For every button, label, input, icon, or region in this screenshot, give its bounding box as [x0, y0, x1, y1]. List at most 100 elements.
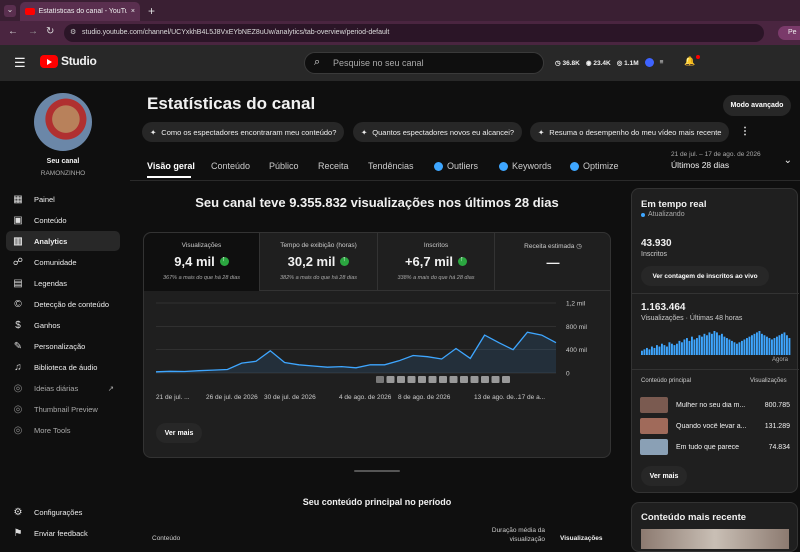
sidebar-item-label: Painel: [34, 194, 55, 204]
tab-outliers[interactable]: Outliers: [434, 161, 478, 171]
realtime-bar: [781, 333, 783, 355]
realtime-bar: [743, 339, 746, 355]
sidebar-item-label: Biblioteca de áudio: [34, 362, 98, 372]
live-count-button[interactable]: Ver contagem de inscritos ao vivo: [641, 266, 769, 286]
video-title: Mulher no seu dia m...: [676, 401, 746, 409]
realtime-bar: [713, 331, 716, 355]
tab-list-icon[interactable]: ⌄: [4, 5, 16, 17]
sidebar-item-ideas[interactable]: ◎ Ideias diárias ↗: [6, 378, 120, 398]
youtube-logo-icon[interactable]: [40, 55, 58, 68]
reload-icon[interactable]: ↻: [46, 26, 54, 37]
tab-content[interactable]: Conteúdo: [211, 161, 250, 171]
period-label: Últimos 28 dias: [671, 160, 730, 170]
menu-icon[interactable]: ☰: [14, 55, 26, 71]
sidebar-item-settings[interactable]: ⚙ Configurações: [6, 502, 120, 522]
notification-icon[interactable]: 🔔: [684, 56, 695, 67]
top-video-row[interactable]: Em tudo que parece 74.834: [640, 439, 790, 455]
carousel-indicator: [354, 470, 400, 472]
sidebar-item-earn[interactable]: $ Ganhos: [6, 315, 120, 335]
col-views: Visualizações: [560, 535, 603, 542]
realtime-bar: [746, 338, 748, 355]
upload-marker: [491, 376, 500, 383]
realtime-bar: [716, 332, 718, 355]
metric-subscribers[interactable]: Inscritos +6,7 mil 338% a mais do que há…: [378, 233, 495, 291]
browser-tab[interactable]: Estatísticas do canal - YouTube ×: [20, 2, 140, 21]
youtube-favicon-icon: [25, 8, 35, 15]
see-more-button[interactable]: Ver mais: [156, 423, 202, 443]
realtime-bar: [753, 333, 756, 355]
audio-library-icon: ♫: [14, 361, 22, 373]
ask-chip-2[interactable]: ✦ Quantos espectadores novos eu alcancei?: [353, 122, 523, 142]
upload-marker: [502, 376, 510, 383]
channel-avatar[interactable]: [34, 93, 92, 151]
sidebar-item-tools[interactable]: ◎ More Tools: [6, 420, 120, 440]
close-tab-icon[interactable]: ×: [131, 8, 135, 15]
advanced-mode-button[interactable]: Modo avançado: [723, 95, 791, 116]
realtime-bar: [721, 333, 723, 355]
tab-optimize[interactable]: Optimize: [570, 161, 619, 171]
search-input[interactable]: ⌕ Pesquise no seu canal: [304, 52, 544, 74]
tab-label: Visão geral: [147, 161, 195, 171]
list-icon[interactable]: ≡: [660, 59, 664, 66]
realtime-bar: [771, 339, 773, 355]
upload-marker: [449, 376, 458, 383]
realtime-bar: [773, 338, 776, 355]
tab-overview[interactable]: Visão geral: [147, 161, 195, 171]
sidebar-item-label: Ideias diárias: [34, 383, 79, 393]
metric-revenue[interactable]: Receita estimada ◷ —: [495, 233, 611, 291]
more-options-icon[interactable]: ⋮: [740, 126, 750, 137]
browser-tab-bar: ⌄ Estatísticas do canal - YouTube × +: [0, 0, 800, 21]
vidiq-icon: [570, 161, 579, 171]
chip-label: Resuma o desempenho do meu vídeo mais re…: [549, 127, 722, 137]
tab-revenue[interactable]: Receita: [318, 161, 349, 171]
increase-icon: [458, 256, 468, 266]
top-video-row[interactable]: Quando você levar a... 131.289: [640, 418, 790, 434]
col-content: Conteúdo: [152, 535, 181, 542]
realtime-bar: [756, 332, 758, 355]
realtime-bar: [786, 335, 788, 355]
sidebar-item-community[interactable]: ☍ Comunidade: [6, 252, 120, 272]
customize-icon: ✎: [13, 340, 23, 352]
video-views: 800.785: [764, 401, 790, 409]
sidebar-item-dashboard[interactable]: ▦ Painel: [6, 189, 120, 209]
metric-views[interactable]: Visualizações 9,4 mil 367% a mais do que…: [144, 233, 260, 291]
forward-icon[interactable]: →: [28, 26, 38, 37]
analytics-icon: ▥: [13, 235, 23, 247]
metric-label: Receita estimada: [524, 243, 575, 250]
realtime-status: Atualizando: [641, 211, 685, 218]
sidebar-item-subtitles[interactable]: ▤ Legendas: [6, 273, 120, 293]
ask-chip-1[interactable]: ✦ Como os espectadores encontraram meu co…: [142, 122, 345, 142]
tab-audience[interactable]: Público: [269, 161, 299, 171]
tab-trends[interactable]: Tendências: [368, 161, 414, 171]
sidebar-item-customize[interactable]: ✎ Personalização: [6, 336, 120, 356]
channel-label: Seu canal: [46, 158, 80, 165]
sidebar-item-analytics[interactable]: ▥ Analytics: [6, 231, 120, 251]
upload-marker: [386, 376, 395, 383]
tab-keywords[interactable]: Keywords: [499, 161, 552, 171]
back-icon[interactable]: ←: [8, 26, 18, 37]
sidebar-item-content[interactable]: ▣ Conteúdo: [6, 210, 120, 230]
ask-chip-3[interactable]: ✦ Resuma o desempenho do meu vídeo mais r…: [530, 122, 730, 142]
sidebar-item-audio-library[interactable]: ♫ Biblioteca de áudio: [6, 357, 120, 377]
now-label: Agora: [772, 357, 789, 363]
vidiq-icon[interactable]: [644, 58, 654, 67]
sidebar-item-thumbnail[interactable]: ◎ Thumbnail Preview: [6, 399, 120, 419]
top-video-row[interactable]: Mulher no seu dia m... 800.785: [640, 397, 790, 413]
new-tab-icon[interactable]: +: [148, 4, 155, 18]
advanced-mode-label: Modo avançado: [730, 102, 784, 109]
realtime-see-more-button[interactable]: Ver mais: [641, 466, 687, 486]
tools-icon: ◎: [13, 424, 23, 436]
realtime-bar: [708, 332, 711, 355]
url-field[interactable]: studio.youtube.com/channel/UCYxkhB4L5J8V…: [64, 24, 764, 42]
profile-button[interactable]: Pe: [778, 26, 800, 40]
tab-label: Receita: [318, 161, 349, 171]
realtime-bar: [668, 342, 671, 355]
sidebar-item-copyright[interactable]: © Detecção de conteúdo: [6, 294, 120, 314]
sidebar-item-feedback[interactable]: ⚑ Enviar feedback: [6, 523, 120, 543]
site-info-icon[interactable]: ⚙: [70, 28, 76, 36]
date-range-picker[interactable]: 21 de jul. – 17 de ago. de 2026 Últimos …: [671, 151, 796, 173]
metric-watchtime[interactable]: Tempo de exibição (horas) 30,2 mil 382% …: [260, 233, 378, 291]
upload-marker: [439, 376, 447, 383]
live-count-label: Ver contagem de inscritos ao vivo: [652, 272, 758, 280]
latest-video-thumbnail[interactable]: [641, 529, 789, 549]
